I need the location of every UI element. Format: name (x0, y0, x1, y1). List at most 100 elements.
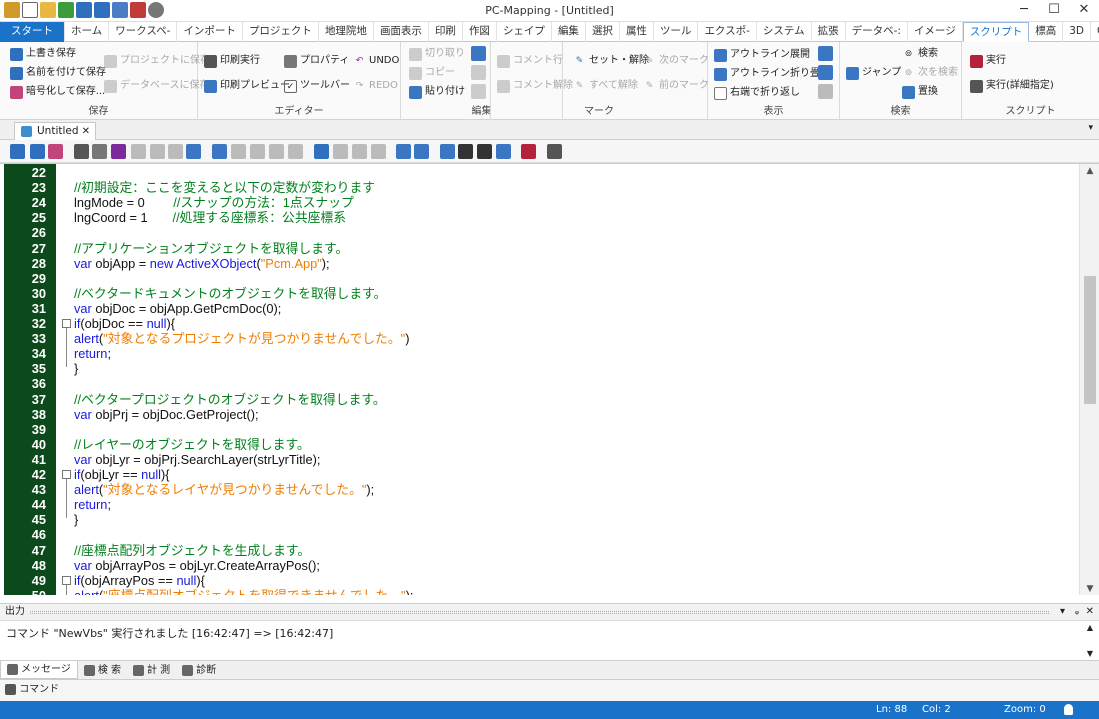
select-all-icon[interactable] (471, 46, 486, 61)
copy-icon[interactable] (168, 144, 183, 159)
paste-button[interactable]: 貼り付け (409, 83, 465, 101)
code-line[interactable]: } (74, 512, 78, 527)
save-to-db-button[interactable]: データベースに保存 (104, 77, 210, 95)
replace-icon[interactable] (496, 144, 511, 159)
code-line[interactable]: if(objDoc == null){ (74, 316, 175, 331)
overwrite-save-button[interactable]: 上書き保存 (10, 45, 76, 63)
ribbon-tab-18[interactable]: イメージ (908, 22, 963, 42)
code-line[interactable]: if(objArrayPos == null){ (74, 573, 205, 588)
find-button[interactable]: ⊚ 検索 (902, 45, 938, 63)
output-scroll-down-icon[interactable]: ▼ (1087, 649, 1093, 658)
code-line[interactable]: var objApp = new ActiveXObject("Pcm.App"… (74, 256, 330, 271)
redo-button[interactable]: ↷ REDO (353, 77, 398, 95)
output-tab-3[interactable]: 診断 (176, 661, 222, 679)
uncomment-icon[interactable] (288, 144, 303, 159)
ribbon-tab-11[interactable]: 選択 (586, 22, 620, 42)
code-line[interactable]: lngCoord = 1 //処理する座標系：公共座標系 (74, 210, 346, 225)
comment-icon[interactable] (269, 144, 284, 159)
command-bar[interactable]: コマンド (0, 679, 1099, 701)
close-button[interactable]: ✕ (1069, 0, 1099, 22)
maximize-button[interactable]: ☐ (1039, 0, 1069, 22)
scroll-down-icon[interactable]: ▼ (1080, 584, 1099, 594)
ribbon-tab-14[interactable]: エクスポ- (698, 22, 757, 42)
prev-mark-button[interactable]: ✎ 前のマーク (643, 77, 709, 95)
undo-icon[interactable] (111, 144, 126, 159)
ribbon-tab-19[interactable]: スクリプト (962, 22, 1030, 42)
code-line[interactable]: //アプリケーションオブジェクトを取得します。 (74, 241, 348, 256)
code-line[interactable]: var objLyr = objPrj.SearchLayer(strLyrTi… (74, 452, 320, 467)
ribbon-tab-10[interactable]: 編集 (552, 22, 586, 42)
mark-clear-all-button[interactable]: ✎ すべて解除 (573, 77, 638, 95)
code-line[interactable]: var objDoc = objApp.GetPcmDoc(0); (74, 301, 281, 316)
outline-fold-icon[interactable] (414, 144, 429, 159)
fold-toggle-icon[interactable] (62, 470, 71, 479)
ribbon-tab-2[interactable]: ワークスペ- (109, 22, 178, 42)
view-option-icon[interactable] (818, 46, 833, 61)
code-line[interactable]: alert("座標点配列オブジェクトを取得できませんでした。"); (74, 588, 413, 595)
paste-icon[interactable] (186, 144, 201, 159)
ribbon-tab-3[interactable]: インポート (177, 22, 243, 42)
code-line[interactable]: return; (74, 346, 111, 361)
code-line[interactable]: return; (74, 497, 111, 512)
code-line[interactable]: //ベクタードキュメントのオブジェクトを取得します。 (74, 286, 386, 301)
code-line[interactable]: //レイヤーのオブジェクトを取得します。 (74, 437, 310, 452)
prev-mark-icon[interactable] (371, 144, 386, 159)
jump-icon[interactable] (440, 144, 455, 159)
minimize-button[interactable]: ─ (1009, 0, 1039, 22)
scroll-thumb[interactable] (1084, 276, 1096, 404)
ribbon-tab-20[interactable]: 標高 (1029, 22, 1064, 42)
wrap-right-checkbox[interactable]: 右端で折り返し (714, 84, 800, 102)
ribbon-tab-22[interactable]: GL (1091, 22, 1099, 42)
ribbon-tab-7[interactable]: 印刷 (429, 22, 463, 42)
comment-line-button[interactable]: コメント行 (497, 52, 563, 70)
encrypt-icon[interactable] (48, 144, 63, 159)
ribbon-tab-1[interactable]: ホーム (65, 22, 110, 42)
ribbon-tab-21[interactable]: 3D (1063, 22, 1091, 42)
next-mark-button[interactable]: ✎ 次のマーク (643, 52, 709, 70)
select-all-icon[interactable] (212, 144, 227, 159)
code-line[interactable]: var objArrayPos = objLyr.CreateArrayPos(… (74, 558, 320, 573)
mark-set-clear-button[interactable]: ✎ セット・解除 (573, 52, 649, 70)
ribbon-tab-4[interactable]: プロジェクト (243, 22, 319, 42)
jump-button[interactable]: ジャンプ (846, 64, 901, 82)
run-detail-icon[interactable] (547, 144, 562, 159)
find-next-button[interactable]: ⊚ 次を検索 (902, 64, 958, 82)
toolbar-checkbox[interactable]: ✓ ツールバー (284, 77, 350, 95)
document-tab-untitled[interactable]: Untitled ✕ (14, 122, 96, 140)
download-icon[interactable] (10, 144, 25, 159)
run-icon[interactable] (521, 144, 536, 159)
undo-button[interactable]: ↶ UNDO (353, 52, 400, 70)
redo-icon[interactable] (131, 144, 146, 159)
print-run-button[interactable]: 印刷実行 (204, 52, 260, 70)
ribbon-tab-8[interactable]: 作図 (463, 22, 497, 42)
output-scroll-up-icon[interactable]: ▲ (1087, 623, 1093, 632)
fold-toggle-icon[interactable] (62, 575, 71, 585)
code-line[interactable]: alert("対象となるレイヤが見つかりませんでした。"); (74, 482, 374, 497)
close-output-icon[interactable]: ✕ (1086, 604, 1094, 620)
property-button[interactable]: プロパティ (284, 52, 349, 70)
code-line[interactable]: //初期設定：ここを変えると以下の定数が変わります (74, 180, 375, 195)
code-line[interactable]: //ベクタープロジェクトのオブジェクトを取得します。 (74, 392, 386, 407)
output-tab-2[interactable]: 計 測 (127, 661, 176, 679)
mark-clear-icon[interactable] (333, 144, 348, 159)
cut-button[interactable]: 切り取り (409, 45, 465, 63)
code-line[interactable]: //座標点配列オブジェクトを生成します。 (74, 543, 310, 558)
fold-toggle-icon[interactable] (62, 319, 71, 328)
pin-icon[interactable]: ᵩ (1075, 604, 1079, 620)
print-preview-button[interactable]: 印刷プレビュー (204, 77, 290, 95)
save-as-button[interactable]: 名前を付けて保存 (10, 64, 106, 82)
ribbon-tab-17[interactable]: データベ-: (846, 22, 908, 42)
outline-expand-icon[interactable] (396, 144, 411, 159)
code-line[interactable]: var objPrj = objDoc.GetProject(); (74, 407, 259, 422)
vertical-scrollbar[interactable]: ▲ ▼ (1079, 164, 1099, 595)
cut-icon[interactable] (150, 144, 165, 159)
mark-icon[interactable] (314, 144, 329, 159)
code-line[interactable]: lngMode = 0 //スナップの方法：1点スナップ (74, 195, 354, 210)
ribbon-tab-16[interactable]: 拡張 (812, 22, 846, 42)
tab-list-dropdown-icon[interactable]: ▾ (1088, 123, 1093, 133)
copy-button[interactable]: コピー (409, 64, 455, 82)
encrypt-save-button[interactable]: 暗号化して保存... (10, 83, 105, 101)
property-icon[interactable] (92, 144, 107, 159)
next-mark-icon[interactable] (352, 144, 367, 159)
print-icon[interactable] (74, 144, 89, 159)
